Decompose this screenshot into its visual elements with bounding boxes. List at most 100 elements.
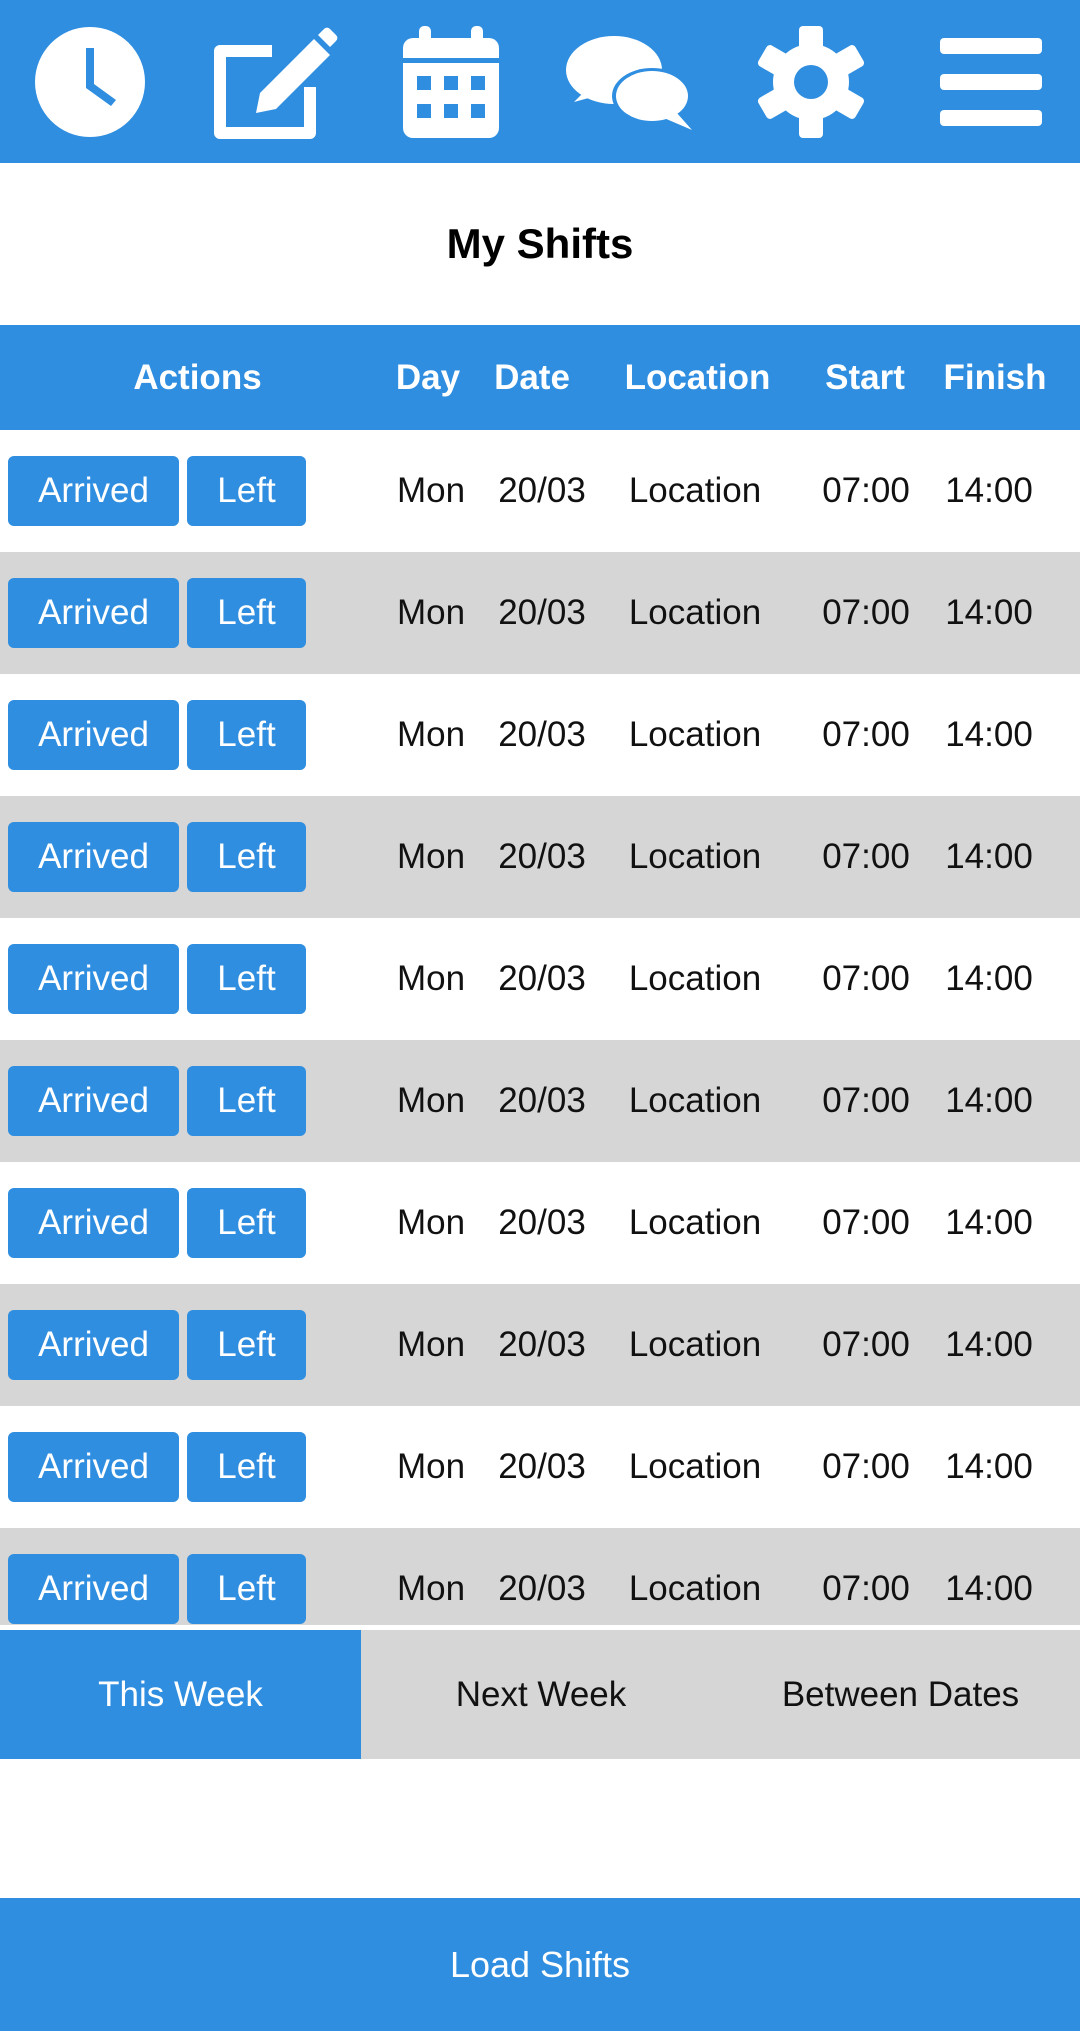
menu-icon[interactable] [938,0,1044,163]
cell-location: Location [628,837,762,876]
cell-date: 20/03 [498,959,586,998]
left-button[interactable]: Left [187,1188,306,1258]
cell-day: Mon [396,1447,466,1486]
cell-date: 20/03 [498,593,586,632]
cell-date: 20/03 [498,715,586,754]
cell-date: 20/03 [498,1203,586,1242]
top-toolbar [0,0,1080,163]
arrived-button[interactable]: Arrived [8,944,179,1014]
left-button[interactable]: Left [187,1432,306,1502]
header-actions: Actions [133,357,262,397]
cell-finish: 14:00 [945,715,1033,754]
cell-start: 07:00 [822,471,910,510]
cell-day: Mon [396,715,466,754]
header-finish: Finish [943,357,1047,397]
cell-day: Mon [396,959,466,998]
header-date: Date [494,357,570,397]
cell-date: 20/03 [498,837,586,876]
arrived-button[interactable]: Arrived [8,822,179,892]
cell-finish: 14:00 [945,471,1033,510]
left-button[interactable]: Left [187,578,306,648]
table-row: Arrived Left Mon 20/03 Location 07:00 14… [0,796,1080,918]
cell-finish: 14:00 [945,837,1033,876]
cell-location: Location [628,593,762,632]
cell-finish: 14:00 [945,1325,1033,1364]
table-header: Actions Day Date Location Start Finish [0,325,1080,430]
left-button[interactable]: Left [187,822,306,892]
arrived-button[interactable]: Arrived [8,1310,179,1380]
clock-icon[interactable] [30,0,150,163]
table-row: Arrived Left Mon 20/03 Location 07:00 14… [0,1162,1080,1284]
cell-finish: 14:00 [945,1569,1033,1608]
table-row: Arrived Left Mon 20/03 Location 07:00 14… [0,552,1080,674]
week-tabs: This Week Next Week Between Dates [0,1630,1080,1759]
shift-table-body[interactable]: Arrived Left Mon 20/03 Location 07:00 14… [0,430,1080,1625]
tab-between-dates[interactable]: Between Dates [721,1630,1080,1759]
cell-start: 07:00 [822,959,910,998]
cell-start: 07:00 [822,1081,910,1120]
cell-location: Location [628,1081,762,1120]
table-row: Arrived Left Mon 20/03 Location 07:00 14… [0,1528,1080,1625]
arrived-button[interactable]: Arrived [8,700,179,770]
cell-date: 20/03 [498,471,586,510]
cell-start: 07:00 [822,1203,910,1242]
arrived-button[interactable]: Arrived [8,1066,179,1136]
cell-date: 20/03 [498,1325,586,1364]
left-button[interactable]: Left [187,944,306,1014]
cell-date: 20/03 [498,1447,586,1486]
arrived-button[interactable]: Arrived [8,1554,179,1624]
page-title: My Shifts [446,220,634,267]
left-button[interactable]: Left [187,456,306,526]
arrived-button[interactable]: Arrived [8,578,179,648]
chat-icon[interactable] [562,0,698,163]
table-row: Arrived Left Mon 20/03 Location 07:00 14… [0,430,1080,552]
arrived-button[interactable]: Arrived [8,1432,179,1502]
edit-icon[interactable] [200,0,340,163]
cell-date: 20/03 [498,1081,586,1120]
cell-location: Location [628,1569,762,1608]
left-button[interactable]: Left [187,1310,306,1380]
tab-next-week[interactable]: Next Week [361,1630,721,1759]
load-shifts-button[interactable]: Load Shifts [0,1898,1080,2031]
cell-finish: 14:00 [945,593,1033,632]
left-button[interactable]: Left [187,1066,306,1136]
arrived-button[interactable]: Arrived [8,456,179,526]
cell-finish: 14:00 [945,1203,1033,1242]
cell-day: Mon [396,1203,466,1242]
header-start: Start [825,357,905,397]
cell-location: Location [628,715,762,754]
cell-location: Location [628,1447,762,1486]
table-row: Arrived Left Mon 20/03 Location 07:00 14… [0,1406,1080,1528]
cell-start: 07:00 [822,715,910,754]
cell-start: 07:00 [822,593,910,632]
header-location: Location [624,357,771,397]
left-button[interactable]: Left [187,700,306,770]
cell-finish: 14:00 [945,959,1033,998]
cell-day: Mon [396,1569,466,1608]
cell-day: Mon [396,1081,466,1120]
cell-location: Location [628,471,762,510]
cell-location: Location [628,1203,762,1242]
calendar-icon[interactable] [395,0,507,163]
table-row: Arrived Left Mon 20/03 Location 07:00 14… [0,674,1080,796]
cell-start: 07:00 [822,1325,910,1364]
cell-start: 07:00 [822,1569,910,1608]
table-row: Arrived Left Mon 20/03 Location 07:00 14… [0,1284,1080,1406]
cell-date: 20/03 [498,1569,586,1608]
cell-day: Mon [396,593,466,632]
left-button[interactable]: Left [187,1554,306,1624]
tab-this-week[interactable]: This Week [0,1630,361,1759]
cell-location: Location [628,959,762,998]
cell-finish: 14:00 [945,1447,1033,1486]
cell-location: Location [628,1325,762,1364]
cell-day: Mon [396,1325,466,1364]
arrived-button[interactable]: Arrived [8,1188,179,1258]
cell-finish: 14:00 [945,1081,1033,1120]
cell-start: 07:00 [822,1447,910,1486]
gear-icon[interactable] [752,0,870,163]
table-row: Arrived Left Mon 20/03 Location 07:00 14… [0,1040,1080,1162]
cell-day: Mon [396,837,466,876]
cell-day: Mon [396,471,466,510]
header-day: Day [395,357,461,397]
table-row: Arrived Left Mon 20/03 Location 07:00 14… [0,918,1080,1040]
